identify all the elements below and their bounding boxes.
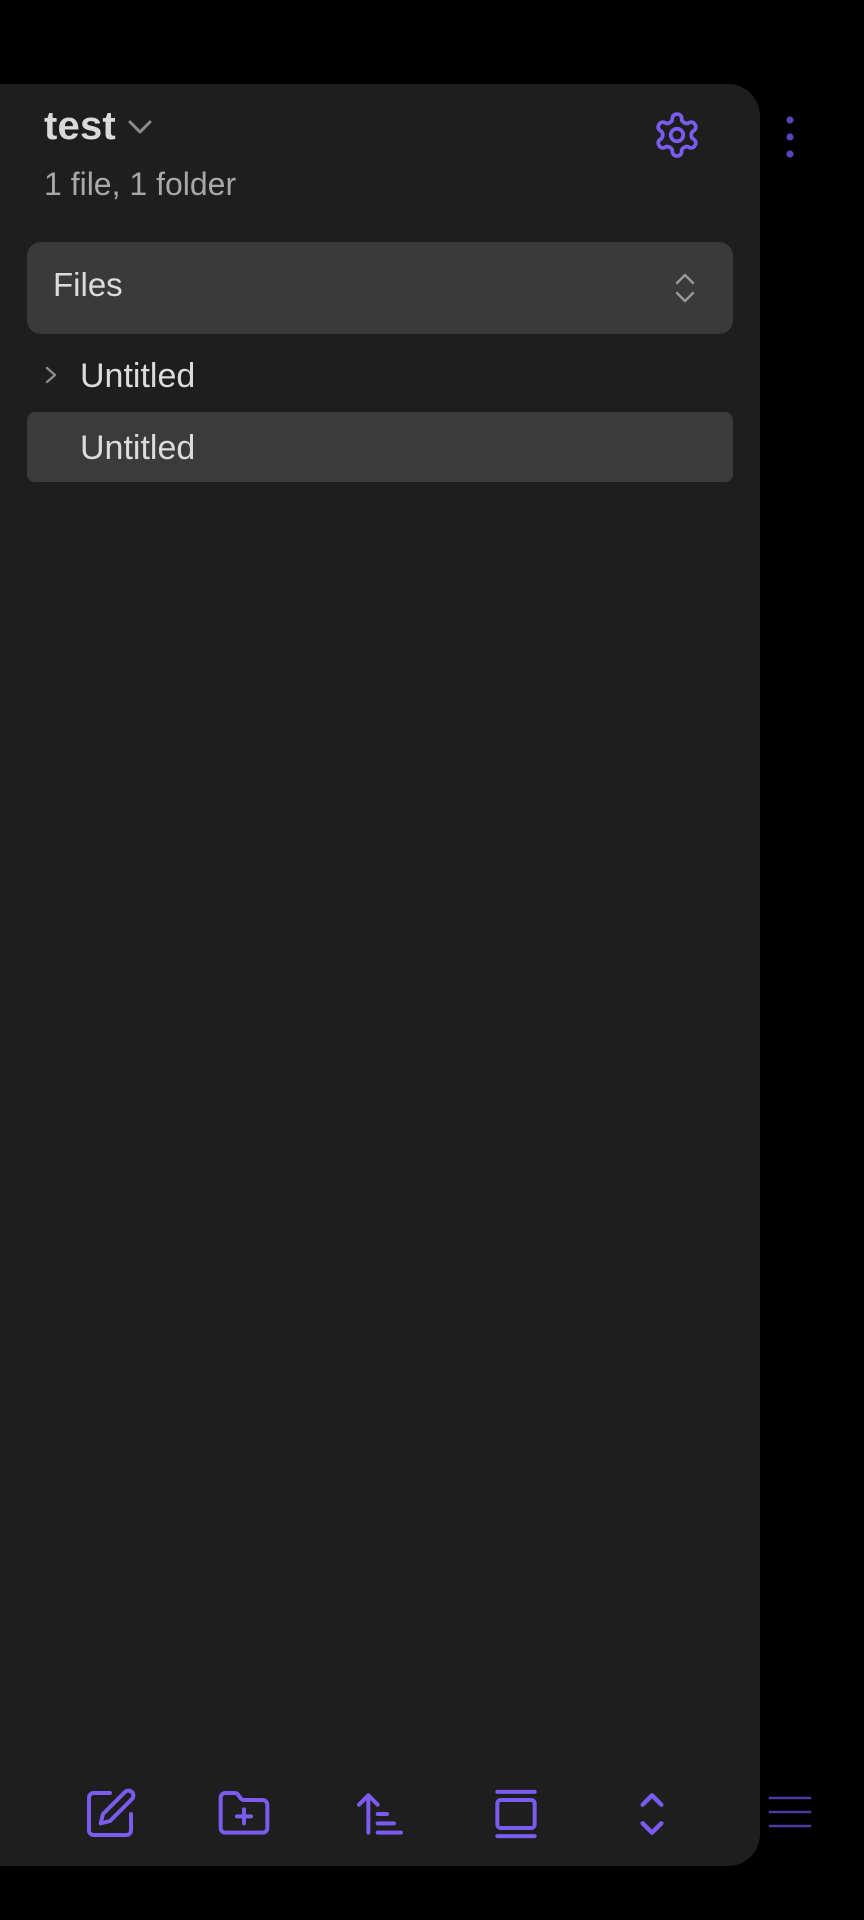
more-options-button[interactable] xyxy=(780,112,800,162)
new-note-button[interactable] xyxy=(82,1786,138,1842)
settings-button[interactable] xyxy=(652,110,702,160)
expand-collapse-button[interactable] xyxy=(624,1786,680,1842)
menu-button[interactable] xyxy=(766,1792,814,1832)
chevron-right-icon[interactable] xyxy=(43,364,59,391)
hamburger-menu-icon xyxy=(766,1796,814,1836)
tree-file-item[interactable]: Untitled xyxy=(27,412,733,482)
chevron-down-icon xyxy=(126,117,154,142)
chevron-up-down-icon xyxy=(673,270,697,311)
sort-icon xyxy=(352,1786,408,1842)
view-select-value: Files xyxy=(53,266,123,303)
gear-icon xyxy=(652,112,702,164)
vault-switcher[interactable]: test xyxy=(44,104,154,149)
file-explorer-drawer: test 1 file, 1 folder Files Untitled Unt… xyxy=(0,84,760,1866)
expand-collapse-icon xyxy=(624,1786,680,1842)
tree-file-label: Untitled xyxy=(80,429,196,467)
collapse-all-button[interactable] xyxy=(488,1786,544,1842)
tree-folder-label: Untitled xyxy=(80,357,196,395)
vault-name: test xyxy=(44,104,116,148)
vault-stats: 1 file, 1 folder xyxy=(44,166,237,202)
new-folder-icon xyxy=(216,1786,272,1842)
more-vertical-icon xyxy=(780,116,800,166)
new-folder-button[interactable] xyxy=(216,1786,272,1842)
explorer-toolbar xyxy=(0,1786,760,1846)
collapse-all-icon xyxy=(488,1786,544,1842)
tree-folder-item[interactable]: Untitled xyxy=(27,340,733,410)
view-select-dropdown[interactable]: Files xyxy=(27,242,733,334)
sort-button[interactable] xyxy=(352,1786,408,1842)
new-note-icon xyxy=(82,1786,138,1842)
